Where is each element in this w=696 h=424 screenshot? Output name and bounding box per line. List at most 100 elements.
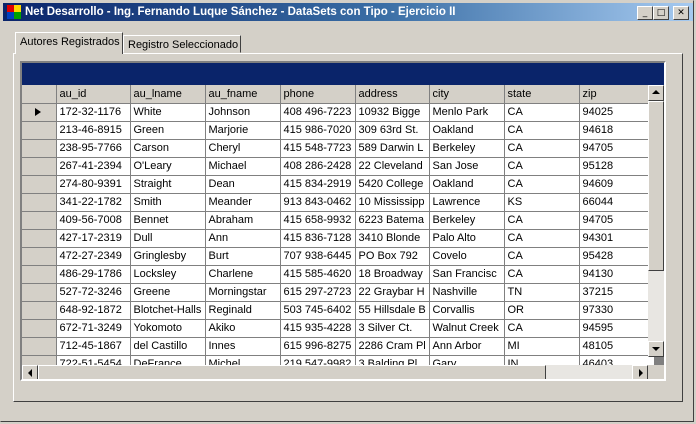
grid-cell-city[interactable]: San Francisc	[429, 265, 505, 284]
grid-cell-state[interactable]: CA	[504, 265, 580, 284]
grid-cell-au-lname[interactable]: Dull	[130, 229, 206, 248]
grid-cell-address[interactable]: PO Box 792	[355, 247, 430, 266]
grid-cell-au-fname[interactable]: Meander	[205, 193, 281, 212]
table-row[interactable]: 274-80-9391 Straight Dean 415 834-2919 5420 …	[22, 175, 655, 194]
grid-cell-state[interactable]: TN	[504, 283, 580, 302]
column-header-au-id[interactable]: au_id	[56, 85, 131, 104]
grid-cell-au-lname[interactable]: Yokomoto	[130, 319, 206, 338]
horizontal-scroll-thumb[interactable]	[38, 365, 546, 379]
scroll-up-button[interactable]	[648, 85, 664, 101]
table-row[interactable]: 213-46-8915 Green Marjorie 415 986-7020 309 …	[22, 121, 655, 140]
grid-cell-zip[interactable]: 94609	[579, 175, 655, 194]
grid-cell-city[interactable]: Corvallis	[429, 301, 505, 320]
grid-cell-state[interactable]: CA	[504, 175, 580, 194]
grid-cell-phone[interactable]: 408 496-7223	[280, 103, 356, 122]
grid-cell-state[interactable]: KS	[504, 193, 580, 212]
grid-cell-zip[interactable]: 66044	[579, 193, 655, 212]
grid-cell-au-fname[interactable]: Innes	[205, 337, 281, 356]
grid-cell-au-lname[interactable]: White	[130, 103, 206, 122]
grid-cell-state[interactable]: CA	[504, 211, 580, 230]
grid-cell-zip[interactable]: 95428	[579, 247, 655, 266]
close-button[interactable]: ✕	[673, 6, 689, 20]
grid-cell-city[interactable]: Oakland	[429, 121, 505, 140]
grid-cell-au-id[interactable]: 213-46-8915	[56, 121, 131, 140]
grid-cell-city[interactable]: Walnut Creek	[429, 319, 505, 338]
row-header[interactable]	[22, 265, 57, 284]
grid-cell-au-fname[interactable]: Charlene	[205, 265, 281, 284]
scroll-left-button[interactable]	[22, 365, 38, 379]
row-header[interactable]	[22, 121, 57, 140]
table-row[interactable]: 672-71-3249 Yokomoto Akiko 415 935-4228 3 Si…	[22, 319, 655, 338]
grid-cell-city[interactable]: Covelo	[429, 247, 505, 266]
grid-cell-au-fname[interactable]: Johnson	[205, 103, 281, 122]
grid-cell-zip[interactable]: 94618	[579, 121, 655, 140]
vertical-scrollbar[interactable]	[648, 85, 664, 357]
grid-cell-city[interactable]: Berkeley	[429, 139, 505, 158]
grid-cell-au-id[interactable]: 486-29-1786	[56, 265, 131, 284]
grid-cell-au-lname[interactable]: Locksley	[130, 265, 206, 284]
grid-cell-au-fname[interactable]: Morningstar	[205, 283, 281, 302]
grid-cell-state[interactable]: CA	[504, 103, 580, 122]
table-row[interactable]: 409-56-7008 Bennet Abraham 415 658-9932 6223…	[22, 211, 655, 230]
grid-cell-state[interactable]: CA	[504, 247, 580, 266]
grid-cell-au-id[interactable]: 238-95-7766	[56, 139, 131, 158]
grid-cell-au-lname[interactable]: Greene	[130, 283, 206, 302]
row-header[interactable]	[22, 337, 57, 356]
grid-cell-phone[interactable]: 913 843-0462	[280, 193, 356, 212]
grid-cell-phone[interactable]: 415 548-7723	[280, 139, 356, 158]
grid-cell-phone[interactable]: 415 658-9932	[280, 211, 356, 230]
grid-cell-au-fname[interactable]: Dean	[205, 175, 281, 194]
grid-cell-au-id[interactable]: 267-41-2394	[56, 157, 131, 176]
grid-cell-phone[interactable]: 415 585-4620	[280, 265, 356, 284]
column-header-city[interactable]: city	[429, 85, 505, 104]
table-row[interactable]: 486-29-1786 Locksley Charlene 415 585-4620 1…	[22, 265, 655, 284]
grid-cell-zip[interactable]: 94705	[579, 139, 655, 158]
grid-cell-address[interactable]: 22 Cleveland	[355, 157, 430, 176]
grid-cell-phone[interactable]: 415 836-7128	[280, 229, 356, 248]
minimize-button[interactable]: _	[637, 6, 653, 20]
grid-cell-zip[interactable]: 37215	[579, 283, 655, 302]
row-header[interactable]	[22, 229, 57, 248]
table-row[interactable]: 427-17-2319 Dull Ann 415 836-7128 3410 Blond…	[22, 229, 655, 248]
grid-cell-au-id[interactable]: 172-32-1176	[56, 103, 131, 122]
grid-cell-address[interactable]: 22 Graybar H	[355, 283, 430, 302]
grid-cell-address[interactable]: 589 Darwin L	[355, 139, 430, 158]
grid-cell-zip[interactable]: 97330	[579, 301, 655, 320]
grid-cell-city[interactable]: Oakland	[429, 175, 505, 194]
table-row[interactable]: 172-32-1176 White Johnson 408 496-7223 10932…	[22, 103, 655, 122]
table-row[interactable]: 341-22-1782 Smith Meander 913 843-0462 10 Mi…	[22, 193, 655, 212]
grid-cell-city[interactable]: Nashville	[429, 283, 505, 302]
row-header[interactable]	[22, 301, 57, 320]
grid-cell-state[interactable]: CA	[504, 157, 580, 176]
grid-cell-zip[interactable]: 94130	[579, 265, 655, 284]
vertical-scroll-thumb[interactable]	[648, 101, 664, 271]
table-row[interactable]: 648-92-1872 Blotchet-Halls Reginald 503 745…	[22, 301, 655, 320]
row-header[interactable]	[22, 319, 57, 338]
grid-cell-zip[interactable]: 94025	[579, 103, 655, 122]
grid-cell-phone[interactable]: 415 986-7020	[280, 121, 356, 140]
grid-cell-state[interactable]: MI	[504, 337, 580, 356]
grid-cell-city[interactable]: Menlo Park	[429, 103, 505, 122]
row-header[interactable]	[22, 139, 57, 158]
grid-cell-au-fname[interactable]: Michael	[205, 157, 281, 176]
row-header[interactable]	[22, 247, 57, 266]
grid-cell-state[interactable]: OR	[504, 301, 580, 320]
row-header[interactable]	[22, 103, 57, 122]
grid-cell-au-fname[interactable]: Cheryl	[205, 139, 281, 158]
column-header-zip[interactable]: zip	[579, 85, 655, 104]
grid-cell-city[interactable]: Lawrence	[429, 193, 505, 212]
grid-cell-phone[interactable]: 408 286-2428	[280, 157, 356, 176]
grid-cell-address[interactable]: 18 Broadway	[355, 265, 430, 284]
row-header[interactable]	[22, 283, 57, 302]
grid-cell-zip[interactable]: 48105	[579, 337, 655, 356]
grid-cell-phone[interactable]: 415 834-2919	[280, 175, 356, 194]
row-header[interactable]	[22, 211, 57, 230]
grid-cell-phone[interactable]: 615 996-8275	[280, 337, 356, 356]
grid-cell-au-id[interactable]: 472-27-2349	[56, 247, 131, 266]
grid-cell-zip[interactable]: 94705	[579, 211, 655, 230]
table-row[interactable]: 238-95-7766 Carson Cheryl 415 548-7723 589 D…	[22, 139, 655, 158]
grid-cell-address[interactable]: 309 63rd St.	[355, 121, 430, 140]
grid-cell-phone[interactable]: 615 297-2723	[280, 283, 356, 302]
grid-cell-state[interactable]: CA	[504, 319, 580, 338]
column-header-state[interactable]: state	[504, 85, 580, 104]
